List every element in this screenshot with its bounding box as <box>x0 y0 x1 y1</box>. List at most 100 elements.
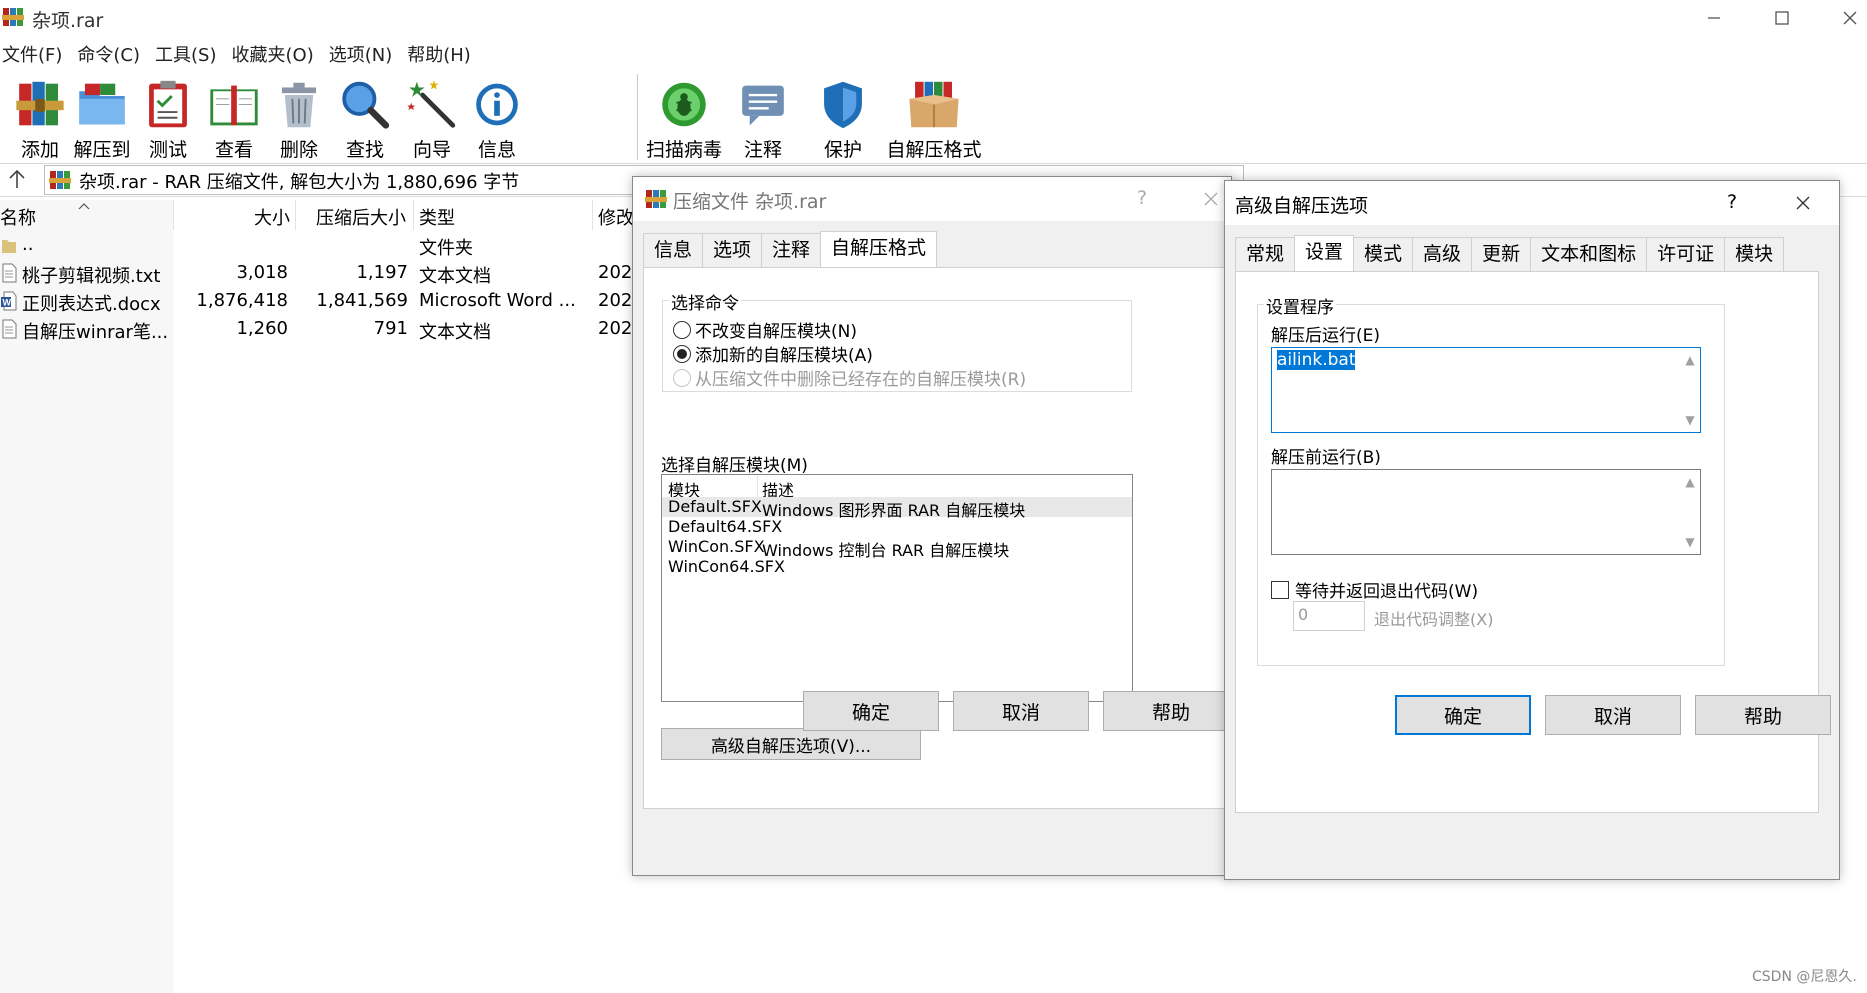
run-before-textarea[interactable]: ▲ ▼ <box>1271 469 1701 555</box>
scroll-down-icon[interactable]: ▼ <box>1684 536 1696 548</box>
column-modified[interactable]: 修改 <box>598 204 634 230</box>
sfx-module-list[interactable]: 模块 描述 Default.SFX Windows 图形界面 RAR 自解压模块… <box>661 474 1133 702</box>
close-button[interactable] <box>1830 4 1867 32</box>
scrollbar[interactable]: ▲ ▼ <box>1680 348 1700 432</box>
toolbar-separator <box>637 74 638 160</box>
column-divider[interactable] <box>295 200 296 230</box>
clipboard-test-icon <box>149 80 187 128</box>
comment-icon <box>742 85 784 126</box>
tab-modes[interactable]: 模式 <box>1353 237 1414 271</box>
list-item[interactable]: Default.SFX Windows 图形界面 RAR 自解压模块 <box>662 497 1132 520</box>
tab-license[interactable]: 许可证 <box>1646 237 1726 271</box>
menu-options[interactable]: 选项(N) <box>327 42 395 70</box>
file-packed-size: 1,197 <box>356 262 408 283</box>
file-name: .. <box>22 234 34 255</box>
title-bar: 杂项.rar <box>0 0 1867 36</box>
advanced-sfx-options-button[interactable]: 高级自解压选项(V)... <box>661 728 921 760</box>
setup-program-group: 设置程序 解压后运行(E) ailink.bat ▲ ▼ 解压前运行(B) ▲ … <box>1257 293 1725 666</box>
column-divider[interactable] <box>173 200 174 230</box>
word-document-icon: W <box>1 291 17 311</box>
tab-info[interactable]: 信息 <box>643 233 704 267</box>
toolbar-comment-button[interactable]: 注释 <box>738 72 788 162</box>
toolbar-sfx-button[interactable]: 自解压格式 <box>886 72 982 162</box>
toolbar-wizard-button[interactable]: 向导 <box>407 72 457 162</box>
tab-sfx[interactable]: 自解压格式 <box>820 231 938 267</box>
ok-button[interactable]: 确定 <box>803 691 939 731</box>
menu-tools[interactable]: 工具(S) <box>153 42 218 70</box>
tab-update[interactable]: 更新 <box>1471 237 1532 271</box>
list-item[interactable]: .. 文件夹 <box>0 232 640 260</box>
exit-code-label: 退出代码调整(X) <box>1374 610 1494 629</box>
list-item[interactable]: Default64.SFX <box>662 517 1132 537</box>
cancel-button[interactable]: 取消 <box>953 691 1089 731</box>
toolbar-find-button[interactable]: 查找 <box>340 72 390 162</box>
scrollbar[interactable]: ▲ ▼ <box>1680 470 1700 554</box>
list-item[interactable]: W 正则表达式.docx 1,876,418 1,841,569 Microso… <box>0 288 640 316</box>
help-question-icon[interactable]: ? <box>1727 191 1737 213</box>
column-type[interactable]: 类型 <box>419 204 455 230</box>
ok-button[interactable]: 确定 <box>1395 695 1531 735</box>
maximize-button[interactable] <box>1762 4 1802 32</box>
tab-comment[interactable]: 注释 <box>761 233 822 267</box>
column-size[interactable]: 大小 <box>254 204 290 230</box>
radio-add-sfx[interactable]: 添加新的自解压模块(A) <box>673 341 873 366</box>
menu-favorites[interactable]: 收藏夹(O) <box>230 42 316 70</box>
run-after-textarea[interactable]: ailink.bat ▲ ▼ <box>1271 347 1701 433</box>
help-button[interactable]: 帮助 <box>1695 695 1831 735</box>
tab-module[interactable]: 模块 <box>1724 237 1785 271</box>
tab-advanced[interactable]: 高级 <box>1412 237 1473 271</box>
bug-scan-icon <box>662 82 706 127</box>
toolbar-protect-button[interactable]: 保护 <box>818 72 868 162</box>
file-type: Microsoft Word ... <box>419 290 576 311</box>
column-divider[interactable] <box>413 200 414 230</box>
file-type: 文本文档 <box>419 266 491 287</box>
magic-wand-icon <box>407 79 456 128</box>
wait-exit-code-checkbox[interactable]: 等待并返回退出代码(W) <box>1271 577 1478 602</box>
toolbar-delete-button[interactable]: 删除 <box>274 72 324 162</box>
select-command-group: 选择命令 不改变自解压模块(N) 添加新的自解压模块(A) 从压缩文件中删除已经… <box>662 289 1132 392</box>
radio-button[interactable] <box>673 320 691 339</box>
close-icon[interactable] <box>1795 195 1811 211</box>
winrar-app-icon <box>2 8 24 26</box>
list-item[interactable]: 桃子剪辑视频.txt 3,018 1,197 文本文档 202 <box>0 260 640 288</box>
toolbar-view-button[interactable]: 查看 <box>206 72 262 162</box>
toolbar-add-button[interactable]: 添加 <box>12 72 68 162</box>
help-question-icon[interactable]: ? <box>1137 187 1147 209</box>
column-packed[interactable]: 压缩后大小 <box>316 204 406 230</box>
list-item[interactable]: 自解压winrar笔... 1,260 791 文本文档 202 <box>0 316 640 344</box>
file-modified: 202 <box>598 318 633 339</box>
menu-help[interactable]: 帮助(H) <box>405 42 473 70</box>
menu-file[interactable]: 文件(F) <box>0 42 64 70</box>
scroll-up-icon[interactable]: ▲ <box>1684 476 1696 488</box>
sfx-box-icon <box>909 81 959 128</box>
advanced-dialog-titlebar: 高级自解压选项 ? <box>1225 181 1839 225</box>
radio-keep-sfx[interactable]: 不改变自解压模块(N) <box>673 317 857 342</box>
help-button[interactable]: 帮助 <box>1103 691 1239 731</box>
tab-options[interactable]: 选项 <box>702 233 763 267</box>
file-size: 1,260 <box>236 318 288 339</box>
text-file-icon <box>2 319 17 339</box>
tab-general[interactable]: 常规 <box>1235 237 1296 271</box>
toolbar-test-button[interactable]: 测试 <box>146 72 190 162</box>
close-icon[interactable] <box>1203 191 1219 207</box>
toolbar-info-button[interactable]: 信息 <box>472 72 522 162</box>
minimize-button[interactable] <box>1694 4 1734 32</box>
scroll-down-icon[interactable]: ▼ <box>1684 414 1696 426</box>
toolbar-scan-button[interactable]: 扫描病毒 <box>646 72 722 162</box>
tab-text-and-icon[interactable]: 文本和图标 <box>1530 237 1648 271</box>
tab-setup[interactable]: 设置 <box>1294 235 1355 271</box>
scroll-up-icon[interactable]: ▲ <box>1684 354 1696 366</box>
file-packed-size: 791 <box>373 318 408 339</box>
list-item[interactable]: WinCon.SFX Windows 控制台 RAR 自解压模块 <box>662 537 1132 560</box>
checkbox[interactable] <box>1271 580 1289 599</box>
column-name[interactable]: 名称 <box>0 204 36 230</box>
text-file-icon <box>2 263 17 283</box>
menu-commands[interactable]: 命令(C) <box>75 42 142 70</box>
up-arrow-icon[interactable] <box>6 167 28 191</box>
cancel-button[interactable]: 取消 <box>1545 695 1681 735</box>
info-icon <box>476 83 518 126</box>
list-item[interactable]: WinCon64.SFX <box>662 557 1132 577</box>
radio-button-checked[interactable] <box>673 344 691 363</box>
toolbar-extract-button[interactable]: 解压到 <box>72 72 132 162</box>
column-divider[interactable] <box>592 200 593 230</box>
